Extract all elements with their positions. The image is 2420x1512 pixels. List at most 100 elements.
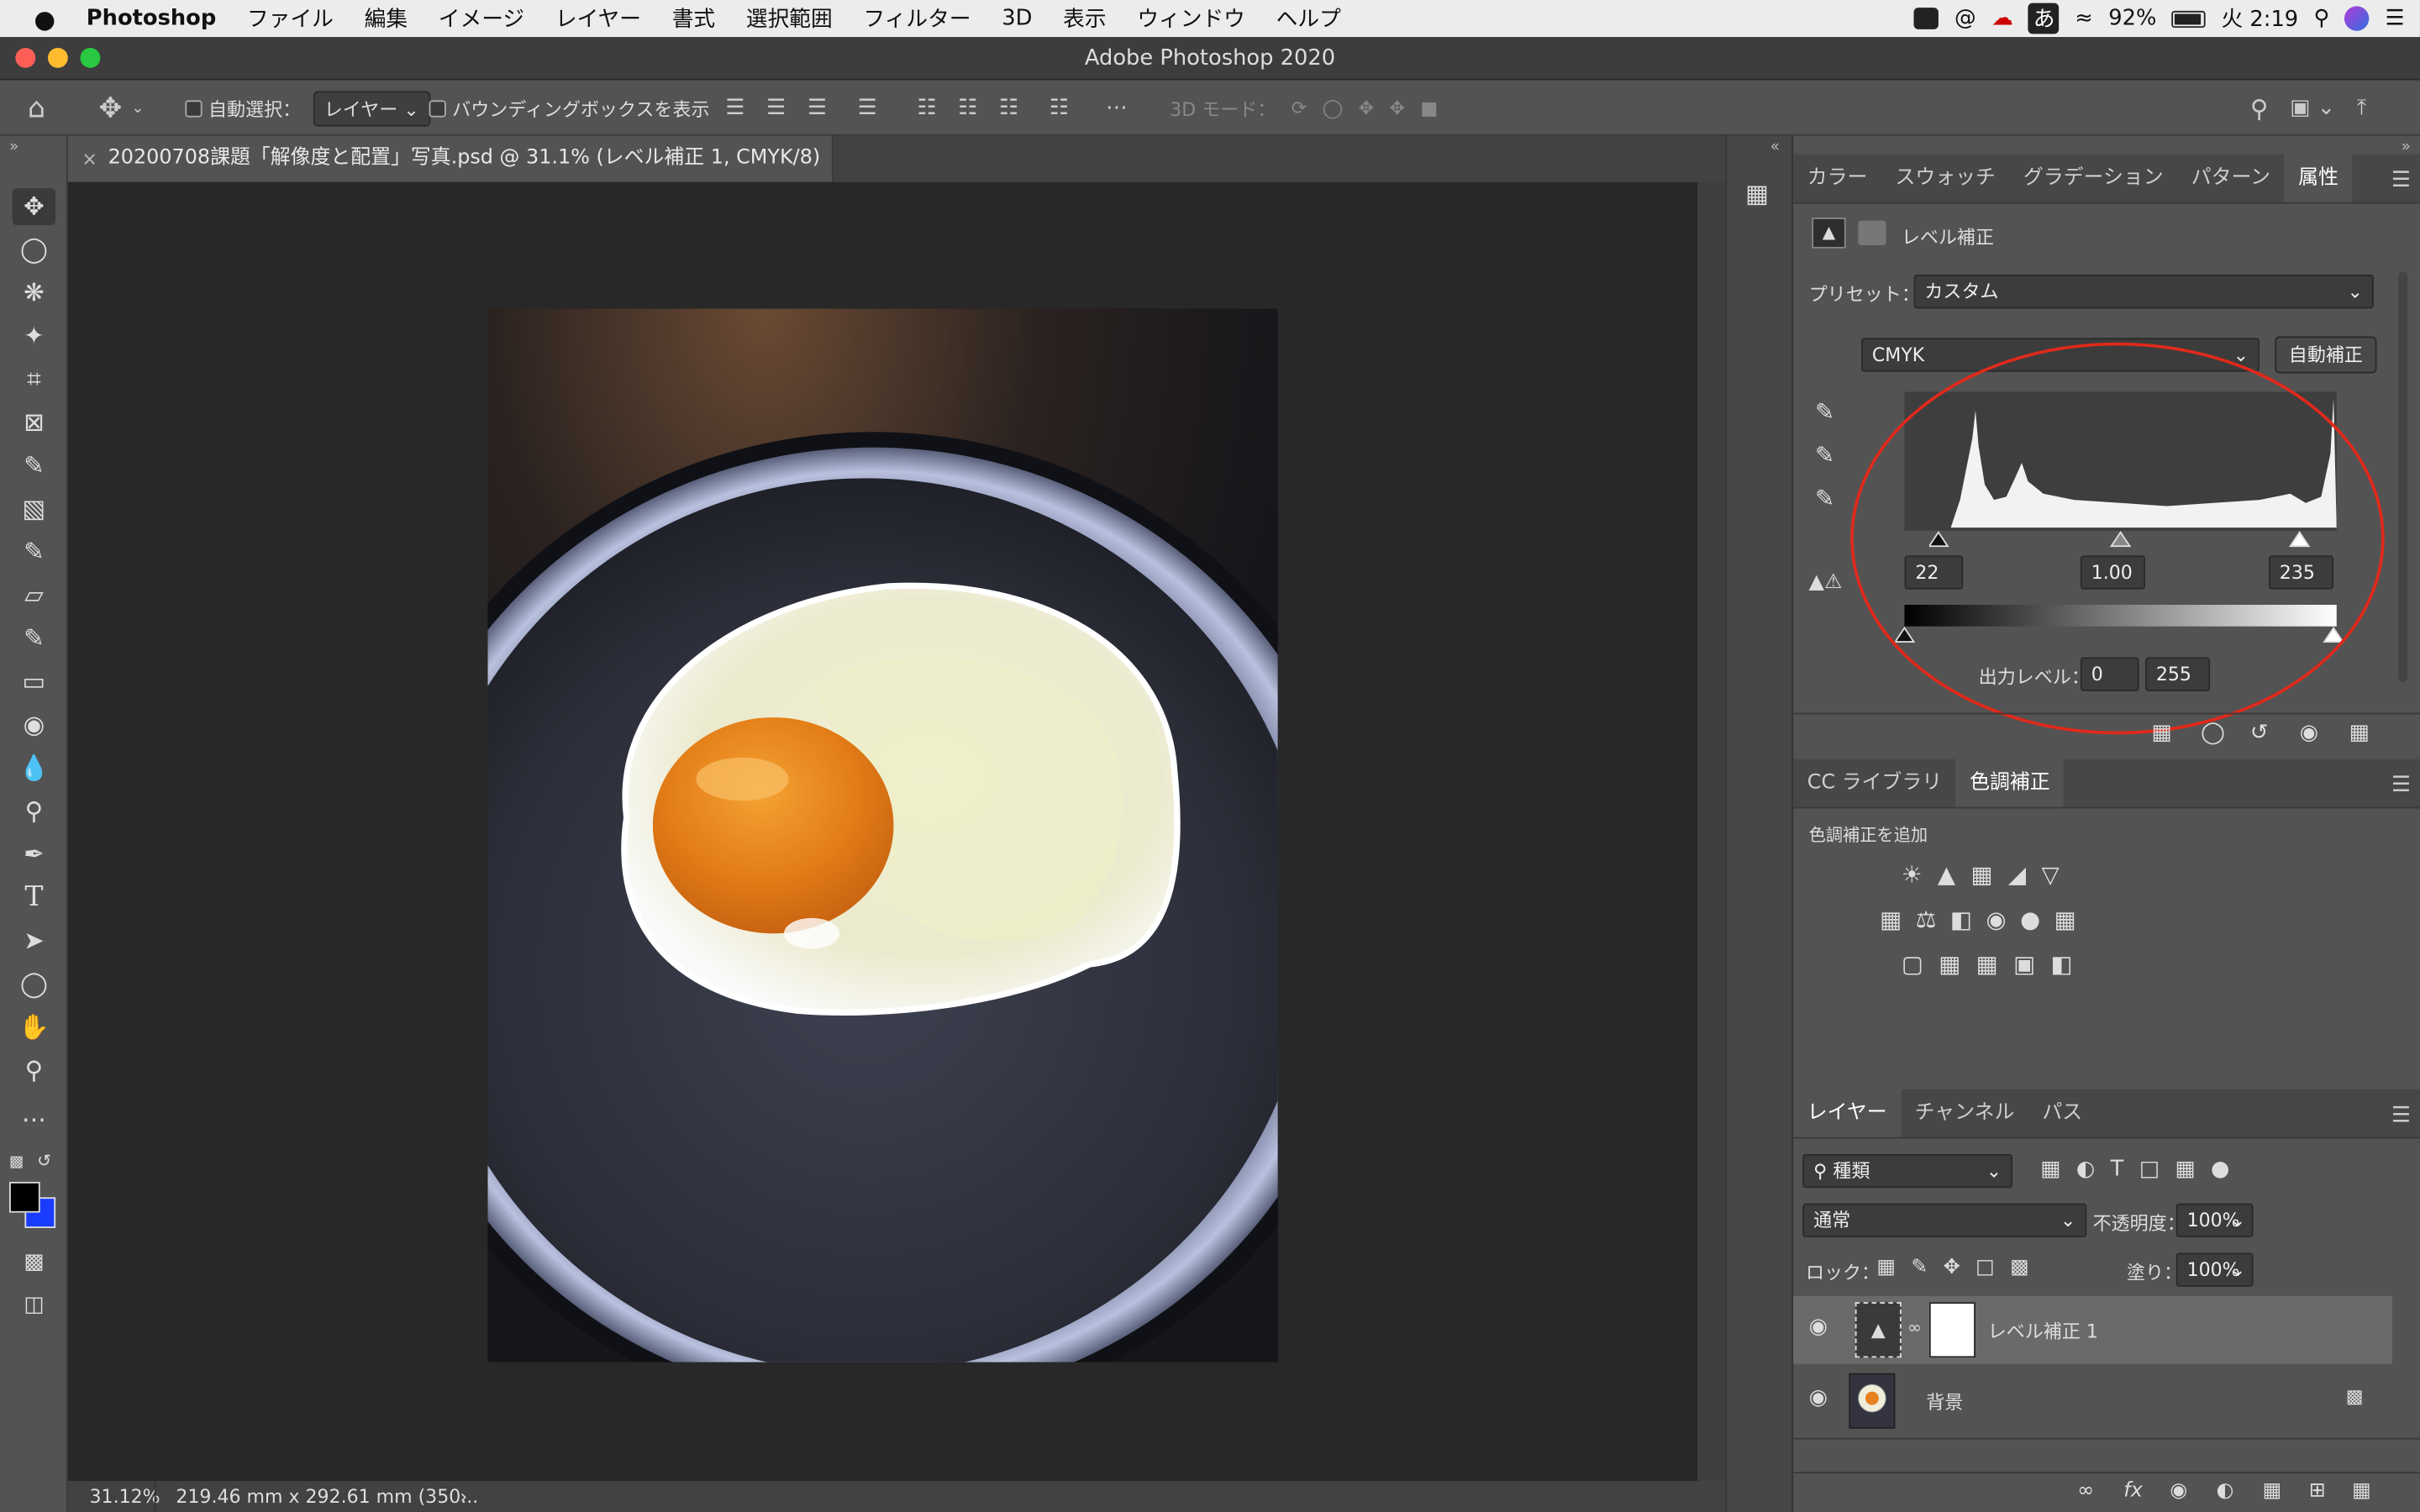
minimize-window-button[interactable] (47, 47, 68, 68)
history-brush-icon[interactable]: ✎ (13, 620, 55, 657)
auto-select-checkbox[interactable] (185, 99, 203, 117)
align-right-icon[interactable]: ☰ (808, 96, 827, 120)
lock-image-icon[interactable]: ✎ (1911, 1256, 1943, 1279)
fill-field[interactable]: 100% ⌄ (2175, 1252, 2254, 1287)
pen-icon[interactable]: ✒ (13, 836, 55, 873)
workspace-icon[interactable]: ▣ ⌄ (2290, 96, 2335, 120)
opacity-field[interactable]: 100% ⌄ (2175, 1203, 2254, 1238)
white-point-eyedropper-icon[interactable]: ✎ (1815, 485, 1834, 512)
status-menu-arrow[interactable]: › (460, 1481, 467, 1512)
collapse-panels-icon[interactable]: » (2402, 139, 2411, 155)
crop-icon[interactable]: ⌗ (13, 361, 55, 398)
path-selection-icon[interactable]: ➤ (13, 922, 55, 959)
share-icon[interactable]: ⤒ (2357, 96, 2366, 120)
3d-scale-icon[interactable]: ■ (1420, 97, 1438, 119)
black-point-eyedropper-icon[interactable]: ✎ (1815, 398, 1834, 426)
adjustments-panel-menu-icon[interactable]: ☰ (2391, 773, 2411, 797)
lock-position-icon[interactable]: ✥ (1944, 1256, 1975, 1279)
close-tab-icon[interactable]: × (82, 136, 97, 182)
swap-colors-icon[interactable]: ↺ (37, 1151, 51, 1171)
menu-edit[interactable]: 編集 (349, 3, 423, 34)
properties-scrollbar[interactable] (2398, 271, 2408, 682)
notification-center-icon[interactable]: ☰ (2386, 6, 2405, 30)
stamp-icon[interactable]: ▱ (13, 577, 55, 614)
default-colors-icon[interactable]: ▩ (9, 1154, 24, 1171)
mask-properties-icon[interactable] (1858, 220, 1886, 246)
blur-icon[interactable]: 💧 (13, 750, 55, 787)
clock[interactable]: 火 2:19 (2222, 3, 2299, 34)
foreground-color-swatch[interactable] (9, 1181, 40, 1213)
new-group-icon[interactable]: ▦ (2263, 1479, 2282, 1503)
canvas-vertical-scrollbar[interactable] (1697, 181, 1726, 1482)
align-left-icon[interactable]: ☰ (725, 96, 744, 120)
layer-style-icon[interactable]: fx (2123, 1479, 2143, 1503)
distribute-vertical-icon[interactable]: ☷ (1050, 96, 1069, 120)
layer-link-icon[interactable]: ∞ (1907, 1318, 1922, 1338)
clipping-warning-icon[interactable]: ▲⚠ (1809, 571, 1843, 595)
document-tab[interactable]: × 20200708課題「解像度と配置」写真.psd @ 31.1% (レベル補… (67, 135, 834, 182)
3d-pan-icon[interactable]: ✥ (1359, 97, 1374, 119)
layer-visibility-eye-icon[interactable]: ◉ (1809, 1385, 1828, 1410)
3d-rotate-icon[interactable]: ⟳ (1292, 97, 1307, 119)
menu-file[interactable]: ファイル (232, 3, 350, 34)
at-icon[interactable]: @ (1954, 6, 1976, 30)
search-icon[interactable]: ⚲ (2250, 93, 2269, 123)
paint-bucket-icon[interactable]: ◉ (13, 706, 55, 743)
gradient-map-icon[interactable]: ◧ (2051, 950, 2088, 978)
layers-panel-menu-icon[interactable]: ☰ (2391, 1103, 2411, 1127)
reset-icon[interactable]: ↺ (2250, 721, 2269, 745)
tab-properties[interactable]: 属性 (2284, 154, 2353, 202)
tab-swatches[interactable]: スウォッチ (1881, 155, 2009, 202)
delete-layer-icon[interactable]: ▦ (2352, 1479, 2371, 1503)
more-options-icon[interactable]: ⋯ (1106, 96, 1128, 120)
selective-color-icon[interactable]: ▣ (2013, 950, 2050, 978)
battery-percent[interactable]: 92% (2108, 6, 2156, 30)
move-tool-preset-icon[interactable]: ✥ ⌄ (99, 81, 145, 136)
tab-cc-libraries[interactable]: CC ライブラリ (1793, 759, 1955, 807)
zoom-icon[interactable]: ⚲ (13, 1053, 55, 1089)
brightness-icon[interactable]: ☀ (1902, 861, 1938, 889)
preset-dropdown[interactable]: カスタム ⌄ (1913, 274, 2374, 309)
wifi-icon[interactable]: ≈ (2075, 6, 2093, 30)
tab-adjustments[interactable]: 色調補正 (1955, 759, 2065, 807)
menu-view[interactable]: 表示 (1048, 3, 1122, 34)
tab-paths[interactable]: パス (2028, 1089, 2096, 1137)
tab-gradients[interactable]: グラデーション (2009, 155, 2177, 202)
quick-mask-icon[interactable]: ▩ (13, 1243, 55, 1280)
brush-icon[interactable]: ✎ (13, 533, 55, 570)
tab-patterns[interactable]: パターン (2177, 155, 2284, 202)
3d-slide-icon[interactable]: ✥ (1390, 97, 1405, 119)
align-bottom-icon[interactable]: ☷ (999, 96, 1018, 120)
siri-icon[interactable] (2344, 6, 2370, 31)
creative-cloud-icon[interactable]: ☁ (1991, 6, 2013, 30)
home-icon[interactable]: ⌂ (28, 81, 45, 136)
hue-saturation-icon[interactable]: ▦ (1880, 906, 1916, 933)
distribute-icon[interactable]: ☰ (858, 96, 877, 120)
black-white-icon[interactable]: ◧ (1950, 906, 1986, 933)
tab-color[interactable]: カラー (1793, 155, 1881, 202)
menu-window[interactable]: ウィンドウ (1122, 3, 1260, 34)
type-icon[interactable]: T (13, 879, 55, 916)
new-layer-icon[interactable]: ⊞ (2309, 1479, 2326, 1503)
visibility-eye-icon[interactable]: ◉ (2300, 721, 2318, 745)
blend-mode-dropdown[interactable]: 通常 ⌄ (1802, 1203, 2087, 1238)
zoom-level[interactable]: 31.12% (90, 1481, 160, 1512)
history-panel-icon[interactable]: ▦ (1745, 179, 1769, 208)
trash-icon[interactable]: ▦ (2349, 721, 2369, 745)
tab-layers[interactable]: レイヤー (1793, 1089, 1902, 1137)
menu-filter[interactable]: フィルター (848, 3, 986, 34)
spotlight-icon[interactable]: ⚲ (2314, 6, 2330, 30)
properties-panel-menu-icon[interactable]: ☰ (2391, 168, 2411, 192)
frame-icon[interactable]: ⊠ (13, 404, 55, 441)
clip-to-layer-icon[interactable]: ▦ (2151, 721, 2171, 745)
more-tools-icon[interactable]: ⋯ (13, 1101, 55, 1138)
menu-photoshop[interactable]: Photoshop (71, 6, 231, 30)
eyedropper-icon[interactable]: ✎ (13, 448, 55, 485)
filter-type-icon[interactable]: T (2111, 1158, 2139, 1182)
levels-adjustment-icon[interactable]: ▲ (1812, 217, 1846, 249)
document-image[interactable] (487, 308, 1278, 1362)
filter-shape-icon[interactable]: □ (2139, 1158, 2175, 1182)
posterize-icon[interactable]: ▦ (1939, 950, 1975, 978)
color-lookup-icon[interactable]: ▦ (2054, 906, 2091, 933)
menu-3d[interactable]: 3D (986, 6, 1048, 30)
